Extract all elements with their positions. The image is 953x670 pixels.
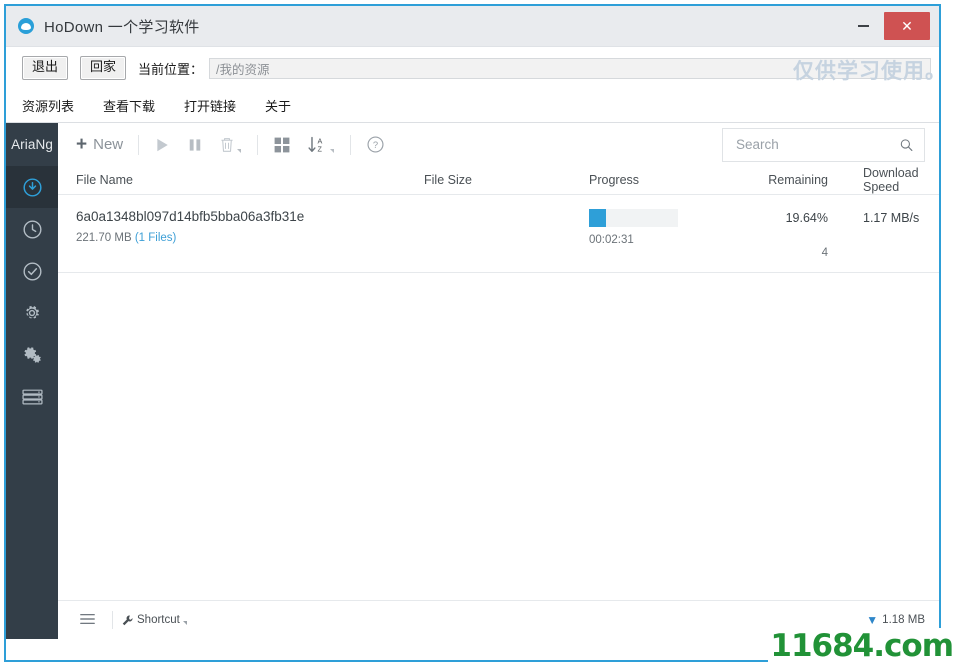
task-table-header: File Name File Size Progress Remaining D…	[58, 166, 939, 195]
toolbar-divider-1	[138, 134, 140, 155]
cell-file-name: 6a0a1348bl097d14bfb5bba06a3fb31e 221.70 …	[76, 209, 424, 244]
sidebar-item-downloading[interactable]	[6, 166, 58, 208]
window-controls: ✕	[842, 6, 939, 46]
cell-download-speed: 1.17 MB/s	[828, 209, 925, 225]
task-download-speed: 1.17 MB/s	[863, 211, 920, 225]
ariang-brand: AriaNg	[6, 123, 58, 166]
pause-icon	[189, 138, 201, 151]
sort-alpha-down-icon: A Z	[308, 136, 323, 153]
sidebar-item-finished[interactable]	[6, 250, 58, 292]
cell-remaining: 19.64% 4	[701, 209, 828, 259]
task-size-meta: 221.70 MB (1 Files)	[76, 232, 424, 244]
ariang-app: AriaNg + New A Z ? Search File Name File…	[6, 123, 939, 639]
sidebar-item-waiting[interactable]	[6, 208, 58, 250]
shortcut-label: Shortcut	[137, 614, 180, 626]
nav-item-resource-list[interactable]: 资源列表	[22, 96, 74, 115]
layout-toggle-button[interactable]	[265, 130, 299, 160]
ariang-toolbar: + New A Z ? Search	[58, 123, 939, 166]
toolbar-divider-2	[257, 134, 259, 155]
delete-dropdown-caret-icon[interactable]	[237, 148, 242, 153]
wrench-icon	[122, 614, 133, 625]
svg-text:?: ?	[373, 140, 378, 151]
help-button[interactable]: ?	[358, 130, 393, 160]
column-header-download-speed[interactable]: Download Speed	[828, 166, 925, 194]
arrow-down-icon: ▼	[866, 613, 879, 627]
app-window: HoDown 一个学习软件 ✕ 退出 回家 当前位置： /我的资源 资源列表 查…	[4, 4, 941, 662]
close-icon: ✕	[901, 18, 913, 34]
task-remaining-value: 4	[821, 247, 828, 259]
title-bar: HoDown 一个学习软件 ✕	[6, 6, 939, 47]
sidebar-item-ariang-settings[interactable]	[6, 334, 58, 376]
check-circle-icon	[22, 261, 42, 281]
sidebar-item-aria2-status[interactable]	[6, 376, 58, 418]
status-menu-button[interactable]	[72, 613, 103, 628]
task-progress-percent: 19.64%	[785, 211, 828, 225]
ariang-sidebar: AriaNg	[6, 123, 58, 639]
status-divider	[112, 611, 113, 629]
global-download-speed: 1.18 MB	[882, 614, 925, 626]
sort-button[interactable]: A Z	[299, 130, 343, 160]
cell-progress: 00:02:31	[589, 209, 701, 246]
path-value: /我的资源	[216, 62, 270, 77]
search-input[interactable]	[734, 136, 901, 153]
hodown-logo-icon	[18, 18, 34, 34]
trash-icon	[221, 137, 233, 152]
column-header-progress[interactable]: Progress	[589, 173, 701, 187]
task-table-empty-area	[58, 273, 939, 600]
start-task-button[interactable]	[146, 130, 179, 160]
nav-item-about[interactable]: 关于	[265, 96, 291, 115]
minimize-icon	[857, 25, 869, 27]
shortcut-dropdown-caret-icon[interactable]	[182, 621, 187, 625]
toolbar-divider-3	[350, 134, 352, 155]
play-icon	[157, 138, 168, 151]
nav-item-view-downloads[interactable]: 查看下载	[103, 96, 155, 115]
server-icon	[21, 389, 43, 405]
task-total-size: 221.70 MB	[76, 231, 132, 244]
sort-dropdown-caret-icon[interactable]	[330, 148, 335, 153]
exit-button[interactable]: 退出	[22, 56, 69, 80]
shortcut-button[interactable]: Shortcut	[122, 614, 187, 626]
new-task-button[interactable]: + New	[68, 130, 131, 160]
column-header-remaining[interactable]: Remaining	[701, 173, 828, 187]
progress-bar-fill	[589, 209, 607, 227]
watermark-top: 仅供学习使用。	[793, 59, 947, 83]
minimize-button[interactable]	[842, 6, 884, 46]
search-box[interactable]	[722, 127, 925, 162]
new-task-label: New	[93, 136, 124, 153]
window-title: HoDown 一个学习软件	[44, 18, 200, 36]
path-label: 当前位置：	[138, 61, 204, 77]
task-elapsed-time: 00:02:31	[589, 234, 634, 246]
pause-task-button[interactable]	[179, 130, 211, 160]
svg-text:Z: Z	[318, 144, 323, 153]
task-file-count[interactable]: (1 Files)	[135, 232, 177, 244]
gear-icon	[26, 305, 39, 319]
grid-icon	[274, 137, 290, 152]
plus-icon: +	[76, 134, 88, 155]
task-file-name: 6a0a1348bl097d14bfb5bba06a3fb31e	[76, 209, 305, 224]
table-row[interactable]: 6a0a1348bl097d14bfb5bba06a3fb31e 221.70 …	[58, 195, 939, 273]
hamburger-icon	[80, 613, 95, 624]
home-button[interactable]: 回家	[80, 56, 127, 80]
sidebar-item-settings[interactable]	[6, 292, 58, 334]
watermark-bottom: 11684.com	[768, 628, 953, 664]
search-icon[interactable]	[900, 138, 913, 152]
clock-icon	[22, 219, 42, 239]
question-circle-icon: ?	[367, 136, 384, 153]
nav-item-open-link[interactable]: 打开链接	[184, 96, 236, 115]
gears-icon	[24, 347, 41, 363]
global-speed-indicator: ▼ 1.18 MB	[866, 613, 925, 627]
delete-task-button[interactable]	[211, 130, 250, 160]
progress-bar-track	[589, 209, 678, 227]
column-header-file-name[interactable]: File Name	[76, 173, 424, 187]
download-clock-icon	[22, 177, 42, 197]
column-header-file-size[interactable]: File Size	[424, 173, 589, 187]
close-button[interactable]: ✕	[884, 12, 930, 40]
screenshot-root: HoDown 一个学习软件 ✕ 退出 回家 当前位置： /我的资源 资源列表 查…	[0, 0, 953, 670]
nav-bar: 资源列表 查看下载 打开链接 关于	[6, 89, 939, 123]
ariang-main: + New A Z ? Search File Name File Size P…	[58, 123, 939, 639]
